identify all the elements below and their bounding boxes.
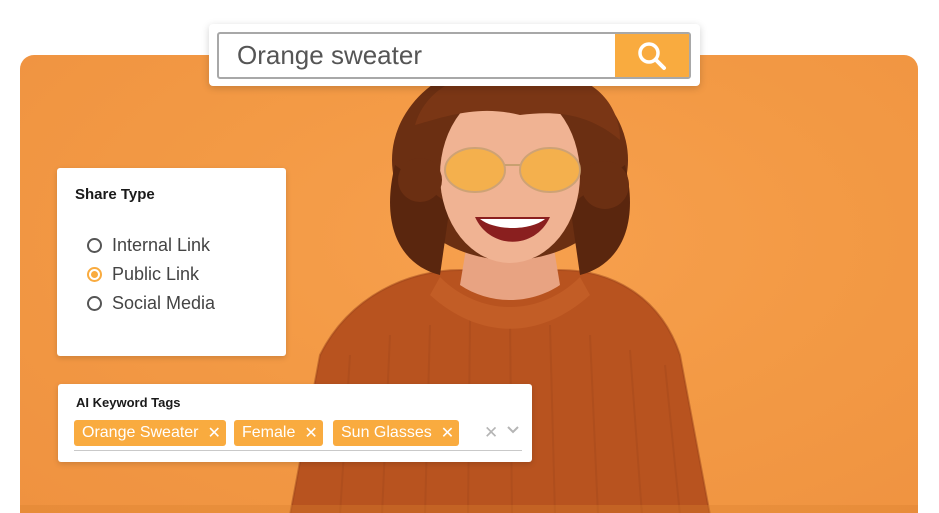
clear-icon[interactable]: ✕ [484,423,498,443]
search-field [217,32,691,79]
search-icon [638,41,666,70]
search-button[interactable] [615,34,689,77]
remove-tag-icon[interactable]: ✕ [304,423,317,443]
radio-label: Social Media [112,293,216,313]
tag-chip: Sun Glasses ✕ [333,420,460,446]
keyword-tags-title: AI Keyword Tags [76,395,181,410]
radio-button-selected[interactable] [87,267,102,282]
radio-option-public-link[interactable]: Public Link [87,264,199,285]
tags-input[interactable]: Orange Sweater ✕ Female ✕ Sun Glasses ✕ … [74,420,522,451]
search-input[interactable] [219,34,617,77]
share-type-panel: Share Type Internal Link Public Link Soc… [57,168,286,356]
radio-button[interactable] [87,238,102,253]
keyword-tags-panel: AI Keyword Tags Orange Sweater ✕ Female … [58,384,532,462]
radio-label: Public Link [112,264,200,284]
chevron-down-icon[interactable] [506,425,520,435]
radio-option-internal-link[interactable]: Internal Link [87,235,210,256]
tag-chip: Female ✕ [234,420,323,446]
tag-chip: Orange Sweater ✕ [74,420,226,446]
remove-tag-icon[interactable]: ✕ [441,423,454,443]
search-card [209,24,700,86]
tag-label: Orange Sweater [82,424,199,441]
radio-label: Internal Link [112,235,211,255]
radio-button[interactable] [87,296,102,311]
tag-label: Sun Glasses [341,424,432,441]
remove-tag-icon[interactable]: ✕ [208,423,221,443]
tag-label: Female [242,424,296,441]
share-type-title: Share Type [75,186,155,203]
radio-option-social-media[interactable]: Social Media [87,293,215,314]
